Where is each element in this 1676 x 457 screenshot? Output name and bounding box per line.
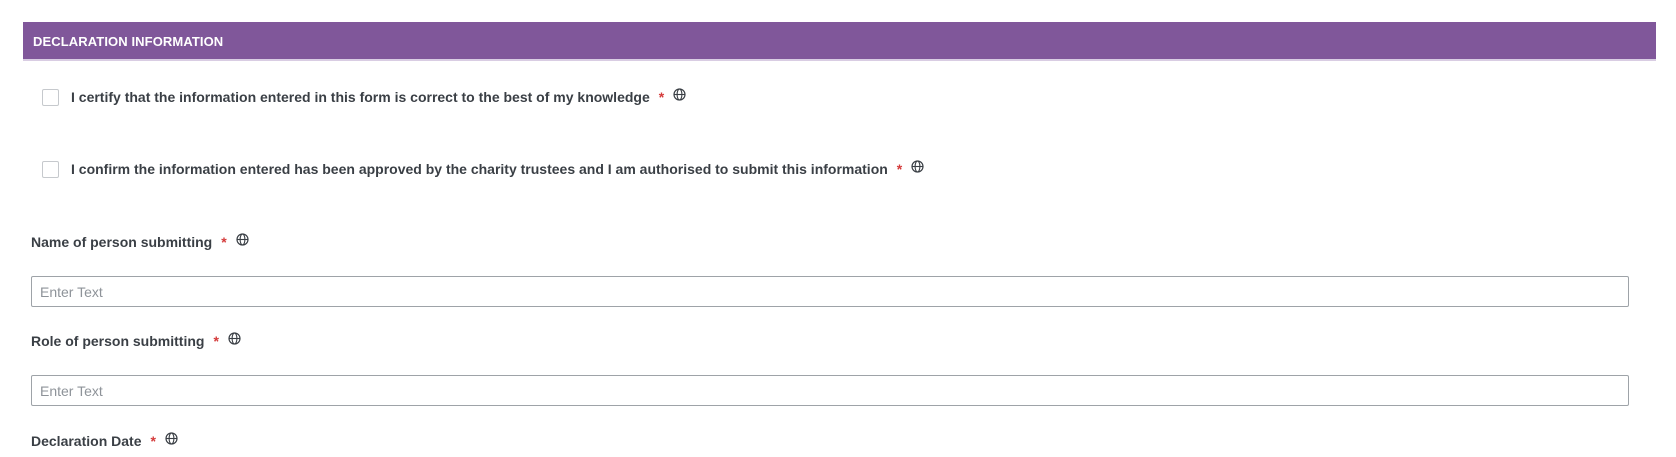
section-title: DECLARATION INFORMATION: [33, 34, 224, 49]
role-input[interactable]: [31, 375, 1629, 406]
date-field-label-row: Declaration Date *: [31, 430, 178, 452]
required-marker: *: [658, 89, 665, 105]
required-marker: *: [896, 161, 903, 177]
certify-checkbox[interactable]: [42, 88, 59, 106]
name-input[interactable]: [31, 276, 1629, 307]
name-field-label: Name of person submitting: [31, 234, 213, 250]
certify-label: I certify that the information entered i…: [71, 89, 650, 105]
declaration-confirm-row: I confirm the information entered has be…: [42, 158, 924, 180]
confirm-checkbox[interactable]: [42, 160, 59, 178]
globe-icon[interactable]: [165, 431, 178, 445]
date-field-label: Declaration Date: [31, 433, 142, 449]
declaration-certify-row: I certify that the information entered i…: [42, 86, 686, 108]
globe-icon[interactable]: [911, 159, 924, 173]
required-marker: *: [221, 234, 227, 250]
globe-icon[interactable]: [673, 87, 686, 101]
confirm-label: I confirm the information entered has be…: [71, 161, 888, 177]
required-marker: *: [150, 433, 156, 449]
role-field-label: Role of person submitting: [31, 333, 205, 349]
section-header: DECLARATION INFORMATION: [23, 22, 1656, 61]
globe-icon[interactable]: [236, 232, 249, 246]
role-field-label-row: Role of person submitting *: [31, 330, 241, 352]
globe-icon[interactable]: [228, 331, 241, 345]
required-marker: *: [213, 333, 219, 349]
name-field-label-row: Name of person submitting *: [31, 231, 249, 253]
